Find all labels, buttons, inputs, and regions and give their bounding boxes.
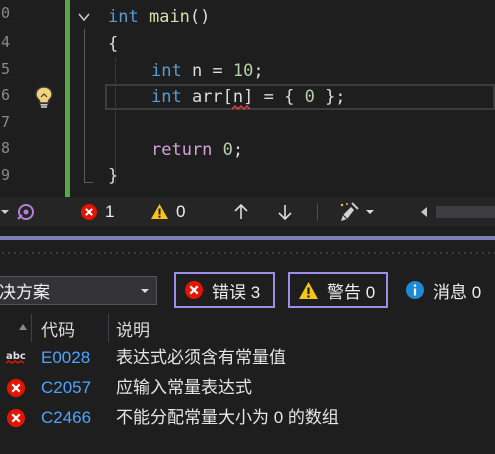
messages-filter-toggle[interactable]: 消息 0 — [405, 272, 481, 308]
number-literal: 0 — [212, 140, 233, 160]
warnings-filter-label: 警告 0 — [327, 282, 376, 302]
line-number: 5 — [0, 60, 10, 78]
warning-count-button[interactable]: 0 — [150, 197, 185, 226]
horizontal-scroll-left[interactable] — [420, 197, 428, 226]
line-number: 4 — [0, 33, 10, 51]
intellicode-button[interactable] — [15, 197, 37, 226]
caret-left-icon — [421, 206, 427, 217]
error-code-link[interactable]: C2057 — [41, 373, 91, 403]
arrow-down-icon — [278, 204, 292, 220]
line-number: 7 — [0, 113, 10, 131]
line-number-gutter: 0 4 5 6 7 8 9 — [0, 0, 28, 197]
table-row[interactable]: C2057 应输入常量表达式 — [0, 373, 495, 403]
keyword: return — [151, 140, 213, 160]
code-text: ; — [253, 61, 264, 81]
collapse-chevron-icon[interactable] — [77, 10, 91, 24]
header-sort-icon[interactable] — [18, 313, 28, 343]
sort-indicator-icon — [19, 324, 27, 330]
errors-filter-toggle[interactable]: 错误 3 — [174, 272, 275, 308]
error-description: 表达式必须含有常量值 — [116, 348, 286, 367]
error-code-link[interactable]: C2466 — [41, 403, 91, 433]
caret-down-icon — [366, 209, 374, 214]
next-issue-button[interactable] — [277, 197, 293, 226]
messages-filter-label: 消息 0 — [433, 282, 482, 302]
error-squiggle — [232, 105, 250, 110]
line-number: 0 — [0, 4, 10, 22]
panel-drag-grip[interactable] — [0, 250, 495, 256]
error-count-button[interactable]: 1 — [80, 197, 114, 226]
code-line: int main() — [108, 4, 210, 30]
error-icon — [81, 203, 97, 220]
table-row[interactable]: abc E0028 表达式必须含有常量值 — [0, 343, 495, 373]
code-text: n = — [181, 61, 233, 81]
column-divider[interactable] — [108, 314, 109, 342]
scope-dropdown-value: 决方案 — [0, 283, 50, 302]
fold-guide — [84, 29, 85, 183]
code-text: } — [108, 166, 119, 186]
number-literal: 0 — [304, 87, 315, 107]
lightbulb-icon[interactable] — [33, 85, 55, 109]
line-number: 9 — [0, 166, 10, 184]
keyword: int — [108, 7, 139, 27]
code-line: int n = 10; — [151, 58, 264, 84]
horizontal-scrollbar[interactable] — [436, 197, 495, 226]
scope-dropdown[interactable]: 决方案 — [0, 276, 157, 305]
warnings-filter-toggle[interactable]: 警告 0 — [288, 272, 388, 308]
zoom-dropdown-arrow[interactable] — [0, 197, 10, 226]
column-divider[interactable] — [31, 314, 32, 342]
code-line: return 0; — [151, 137, 243, 163]
errors-filter-label: 错误 3 — [212, 282, 261, 302]
code-line: { — [108, 31, 118, 57]
change-tracking-bar — [65, 0, 70, 197]
error-description: 应输入常量表达式 — [116, 378, 252, 397]
function-name: main — [148, 7, 190, 27]
warning-count: 0 — [176, 201, 186, 221]
keyword: int — [151, 87, 182, 107]
warning-icon — [151, 204, 168, 219]
caret-down-icon — [141, 288, 149, 293]
code-text: }; — [314, 87, 346, 107]
code-text: arr[ — [181, 87, 233, 107]
column-header-code[interactable]: 代码 — [41, 313, 75, 343]
editor-status-bar: 1 0 — [0, 197, 495, 226]
error-icon — [7, 409, 25, 427]
error-code-link[interactable]: E0028 — [41, 343, 90, 373]
code-text: { — [108, 34, 119, 54]
number-literal: 10 — [232, 61, 254, 81]
line-number: 6 — [0, 86, 10, 104]
table-row[interactable]: C2466 不能分配常量大小为 0 的数组 — [0, 403, 495, 433]
previous-issue-button[interactable] — [233, 197, 249, 226]
keyword: int — [151, 61, 182, 81]
separator — [317, 197, 318, 226]
spell-abc-icon: abc — [5, 351, 26, 364]
code-text: ; — [232, 140, 244, 160]
variable: n — [232, 87, 244, 107]
code-text: () — [189, 7, 211, 27]
info-icon — [406, 281, 424, 299]
fold-guide-end — [84, 182, 93, 183]
code-cleanup-button[interactable] — [338, 197, 375, 226]
intellicode-icon — [17, 203, 34, 220]
error-icon — [7, 379, 25, 397]
arrow-up-icon — [234, 203, 248, 219]
error-description: 不能分配常量大小为 0 的数组 — [116, 408, 339, 427]
broom-icon — [340, 201, 359, 221]
line-number: 8 — [0, 139, 10, 157]
panel-splitter[interactable] — [0, 236, 495, 240]
error-icon — [185, 281, 203, 299]
code-editor[interactable]: 0 4 5 6 7 8 9 int main() { int n = 10; i… — [0, 0, 495, 197]
error-count: 1 — [105, 201, 115, 221]
caret-down-icon — [1, 209, 9, 214]
column-header-description[interactable]: 说明 — [116, 313, 150, 343]
warning-icon — [299, 281, 318, 299]
code-line: } — [108, 163, 118, 189]
code-text: ] = { — [243, 87, 305, 107]
